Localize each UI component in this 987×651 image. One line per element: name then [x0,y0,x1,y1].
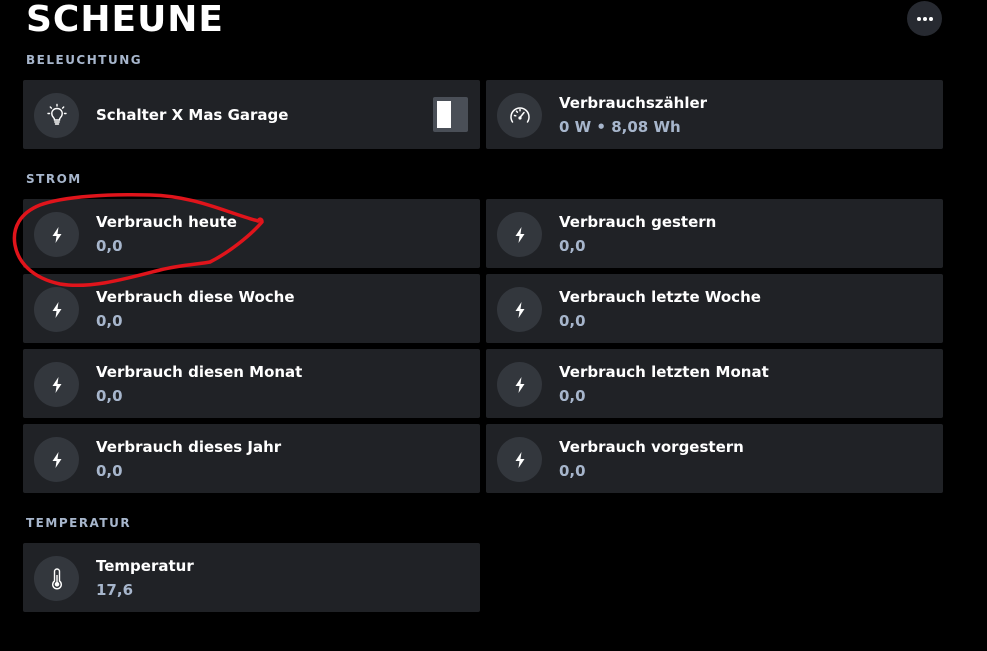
card-name: Verbrauch heute [96,213,237,231]
section-label-temperatur: TEMPERATUR [26,516,132,530]
card-name: Verbrauch diese Woche [96,288,295,306]
card-verbrauch-gestern[interactable]: Verbrauch gestern 0,0 [486,199,943,268]
card-icon [34,287,79,332]
card-name: Verbrauch dieses Jahr [96,438,282,456]
card-icon [497,362,542,407]
card-verbrauch-dieses-jahr[interactable]: Verbrauch dieses Jahr 0,0 [23,424,480,493]
card-value: 0,0 [559,462,586,480]
card-icon [497,212,542,257]
lightning-icon [52,376,61,393]
lightning-icon [52,451,61,468]
card-name: Schalter X Mas Garage [96,106,289,124]
card-icon [34,93,79,138]
lightning-icon [52,226,61,243]
card-value: 17,6 [96,581,134,599]
card-value: 0,0 [96,237,123,255]
gauge-icon [509,106,530,123]
more-horizontal-icon [916,16,933,21]
card-schalter-x-mas-garage[interactable]: Schalter X Mas Garage [23,80,480,149]
card-value: 0,0 [559,387,586,405]
card-icon [497,93,542,138]
lightning-icon [515,226,524,243]
card-value: 0,0 [559,312,586,330]
card-value: 0,0 [559,237,586,255]
card-temperatur[interactable]: Temperatur 17,6 [23,543,480,612]
lightning-icon [515,301,524,318]
lightbulb-icon [46,103,67,125]
card-icon [34,437,79,482]
card-value: 0,0 [96,312,123,330]
switch-knob [437,101,451,128]
page-title: SCHEUNE [26,0,225,40]
card-name: Verbrauch vorgestern [559,438,744,456]
lightning-icon [515,376,524,393]
card-icon [497,287,542,332]
card-verbrauch-letzte-woche[interactable]: Verbrauch letzte Woche 0,0 [486,274,943,343]
card-icon [34,362,79,407]
card-icon [34,212,79,257]
card-name: Verbrauch gestern [559,213,717,231]
card-name: Verbrauch diesen Monat [96,363,303,381]
card-name: Verbrauch letzte Woche [559,288,761,306]
card-verbrauch-letzten-monat[interactable]: Verbrauch letzten Monat 0,0 [486,349,943,418]
card-name: Verbrauch letzten Monat [559,363,769,381]
lightning-icon [52,301,61,318]
section-label-beleuchtung: BELEUCHTUNG [26,53,143,67]
card-verbrauch-vorgestern[interactable]: Verbrauch vorgestern 0,0 [486,424,943,493]
card-icon [34,556,79,601]
thermometer-icon [51,567,62,589]
card-value: 0 W • 8,08 Wh [559,118,681,136]
card-value: 0,0 [96,387,123,405]
switch-toggle[interactable] [433,97,468,132]
more-options-button[interactable] [907,1,942,36]
card-verbrauch-heute[interactable]: Verbrauch heute 0,0 [23,199,480,268]
card-verbrauch-diesen-monat[interactable]: Verbrauch diesen Monat 0,0 [23,349,480,418]
card-verbrauch-diese-woche[interactable]: Verbrauch diese Woche 0,0 [23,274,480,343]
card-name: Verbrauchszähler [559,94,708,112]
lightning-icon [515,451,524,468]
card-verbrauchszaehler[interactable]: Verbrauchszähler 0 W • 8,08 Wh [486,80,943,149]
section-label-strom: STROM [26,172,82,186]
card-value: 0,0 [96,462,123,480]
card-icon [497,437,542,482]
card-name: Temperatur [96,557,194,575]
